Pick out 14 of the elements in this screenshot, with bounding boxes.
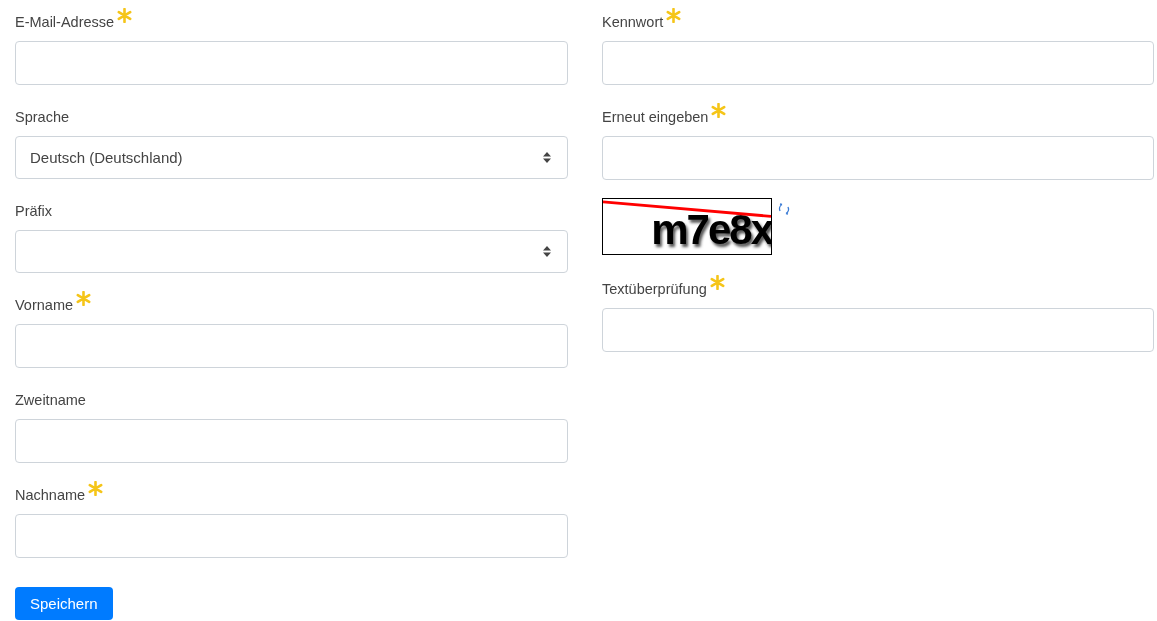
save-button[interactable]: Speichern xyxy=(15,587,113,620)
field-label: Nachname xyxy=(15,486,86,503)
field-label: Präfix xyxy=(15,202,53,219)
field-label: Sprache xyxy=(15,108,69,125)
field-label: Textüberprüfung xyxy=(602,280,707,297)
field-label: Kennwort xyxy=(602,13,664,30)
field-label: Zweitname xyxy=(15,391,86,408)
select-field[interactable]: Deutsch (Deutschland) xyxy=(15,136,568,179)
sort-caret-icon xyxy=(543,152,551,163)
field-label: Vorname xyxy=(15,296,74,313)
field-label: E-Mail-Adresse xyxy=(15,13,115,30)
sort-caret-icon xyxy=(543,246,551,257)
field-label: Erneut eingeben xyxy=(602,108,709,125)
refresh-icon[interactable] xyxy=(777,202,791,216)
